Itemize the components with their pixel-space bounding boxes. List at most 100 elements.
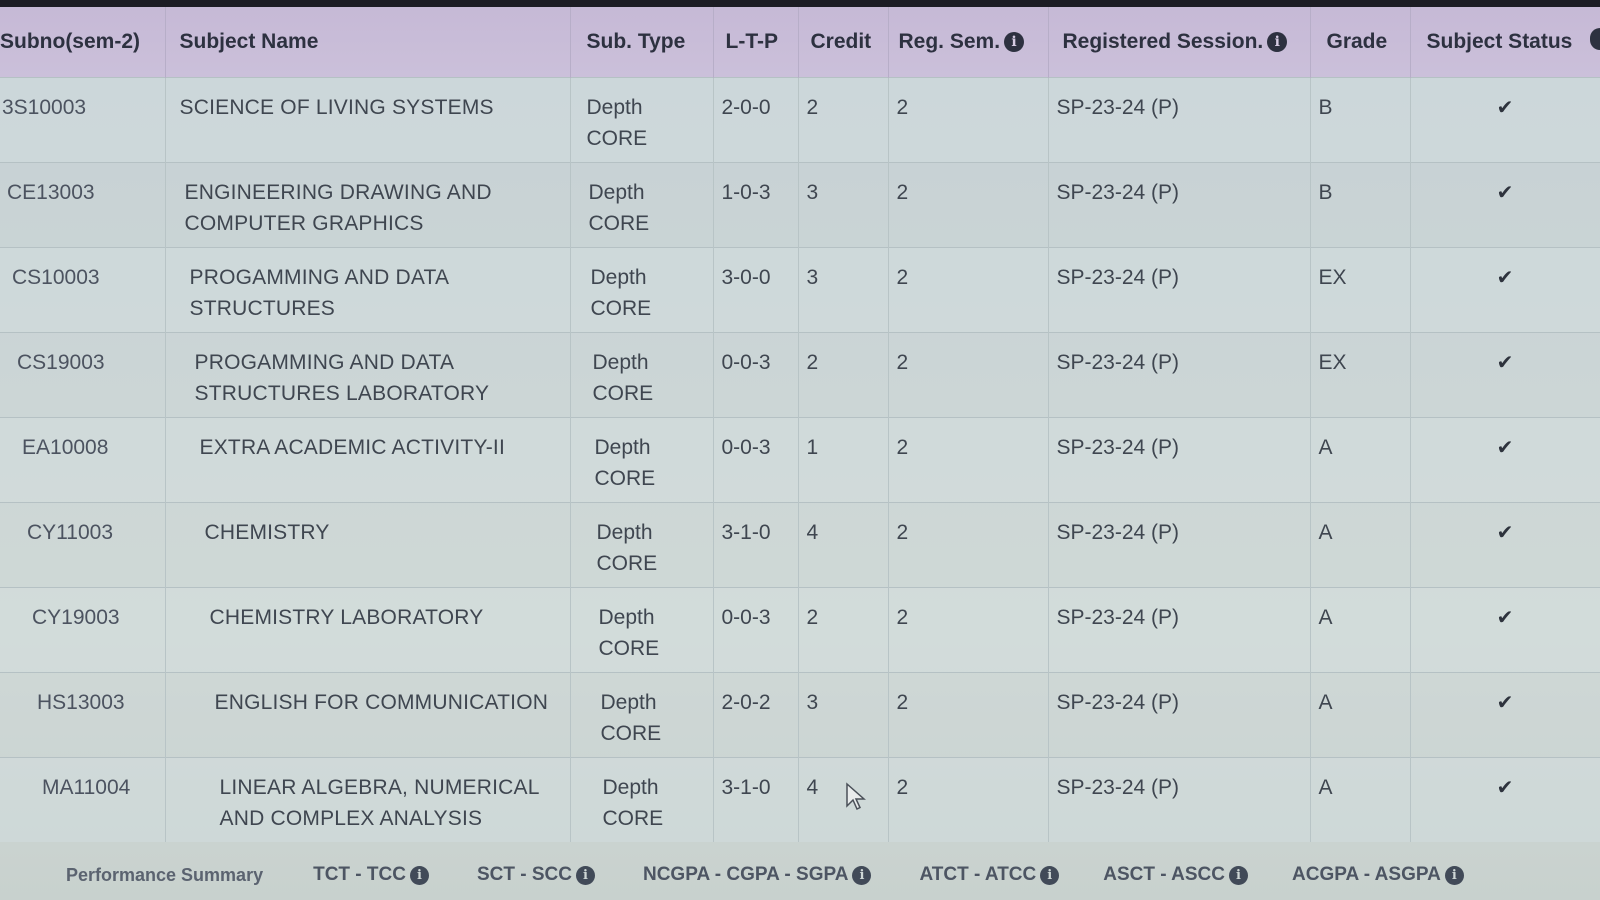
subject-reg-sem: 2	[888, 247, 1049, 332]
subject-reg-sem: 2	[888, 672, 1049, 757]
subject-type: Depth CORE	[570, 77, 714, 162]
subject-code: HS13003	[0, 672, 166, 757]
table-row[interactable]: CE13003 ENGINEERING DRAWING AND COMPUTER …	[0, 162, 1600, 247]
col-subject-status-header[interactable]: Subject Status	[1410, 7, 1600, 77]
subject-reg-sem: 2	[888, 502, 1049, 587]
subject-type: Depth CORE	[570, 417, 714, 502]
subject-name: CHEMISTRY LABORATORY	[165, 587, 571, 672]
subject-code-text: HS13003	[37, 690, 125, 714]
subject-ltp: 3-1-0	[713, 502, 799, 587]
subject-type-line1: Depth	[592, 350, 649, 374]
subject-credit: 3	[798, 672, 889, 757]
atct-atcc-info-icon[interactable]: i	[1040, 865, 1060, 885]
subject-type: Depth CORE	[570, 502, 714, 587]
subject-code-text: CY19003	[32, 605, 120, 629]
table-row[interactable]: CY19003 CHEMISTRY LABORATORY Depth CORE 0-0-…	[0, 587, 1600, 672]
subject-ltp: 3-1-0	[713, 757, 799, 842]
subject-status: ✔	[1410, 587, 1600, 672]
checkmark-icon: ✔	[1496, 181, 1514, 204]
table-row[interactable]: HS13003 ENGLISH FOR COMMUNICATION Depth COR…	[0, 672, 1600, 757]
acgpa-asgpa-info-icon[interactable]: i	[1444, 865, 1464, 885]
subject-name: SCIENCE OF LIVING SYSTEMS	[165, 77, 571, 162]
subject-session: SP-23-24 (P)	[1048, 587, 1311, 672]
subject-name: EXTRA ACADEMIC ACTIVITY-II	[165, 417, 571, 502]
reg-sem-info-icon[interactable]: i	[1004, 31, 1025, 52]
col-sub-type-header[interactable]: Sub. Type	[570, 7, 714, 77]
tct-tcc-summary[interactable]: TCT - TCC i	[313, 864, 429, 886]
table-row[interactable]: MA11004 LINEAR ALGEBRA, NUMERICAL AND COM…	[0, 757, 1600, 842]
subject-session-text: SP-23-24 (P)	[1056, 180, 1180, 204]
subject-type: Depth CORE	[570, 757, 714, 842]
col-registered-session-header[interactable]: Registered Session. i	[1048, 7, 1311, 77]
subject-grade-text: A	[1318, 605, 1333, 629]
atct-atcc-summary[interactable]: ATCT - ATCC i	[919, 864, 1060, 886]
table-row[interactable]: CS19003 PROGAMMING AND DATA STRUCTURES LA…	[0, 332, 1600, 417]
checkmark-icon: ✔	[1496, 691, 1514, 714]
subject-reg-sem-text: 2	[896, 265, 909, 289]
subject-name-text: PROGAMMING AND DATA STRUCTURES	[189, 265, 449, 320]
top-bar	[0, 0, 1600, 7]
subject-type-line2: CORE	[588, 211, 650, 235]
subject-reg-sem: 2	[888, 587, 1049, 672]
subject-code-text: CY11003	[27, 520, 114, 544]
subject-type-line2: CORE	[600, 721, 662, 745]
table-row[interactable]: CS10003 PROGAMMING AND DATA STRUCTURES Dep…	[0, 247, 1600, 332]
subject-type: Depth CORE	[570, 672, 714, 757]
col-reg-sem-header[interactable]: Reg. Sem. i	[888, 7, 1049, 77]
col-subno-header[interactable]: Subno(sem-2)	[0, 7, 166, 77]
subject-session-text: SP-23-24 (P)	[1056, 265, 1180, 289]
subject-reg-sem: 2	[888, 77, 1049, 162]
subject-grade-text: A	[1318, 435, 1333, 459]
col-grade-header[interactable]: Grade	[1310, 7, 1411, 77]
subject-grade-text: A	[1318, 690, 1333, 714]
subject-status: ✔	[1410, 332, 1600, 417]
col-credit-header[interactable]: Credit	[798, 7, 889, 77]
subject-reg-sem-text: 2	[896, 435, 909, 459]
subject-session: SP-23-24 (P)	[1048, 757, 1311, 842]
subject-status: ✔	[1410, 162, 1600, 247]
subject-session: SP-23-24 (P)	[1048, 672, 1311, 757]
subject-type-line2: CORE	[590, 296, 652, 320]
subject-session-text: SP-23-24 (P)	[1056, 350, 1180, 374]
checkmark-icon: ✔	[1496, 521, 1514, 544]
subject-name-text: CHEMISTRY LABORATORY	[209, 605, 484, 629]
subject-credit: 4	[798, 502, 889, 587]
col-ltp-header[interactable]: L-T-P	[713, 7, 799, 77]
sct-scc-summary[interactable]: SCT - SCC i	[477, 864, 595, 886]
subject-name-text: LINEAR ALGEBRA, NUMERICAL AND COMPLEX AN…	[219, 775, 539, 830]
col-subject-name-header[interactable]: Subject Name	[165, 7, 571, 77]
subject-grade-text: EX	[1318, 350, 1347, 374]
subject-reg-sem-text: 2	[896, 520, 909, 544]
table-row[interactable]: CY11003 CHEMISTRY Depth CORE 3-1-0 4 2 SP-23-24…	[0, 502, 1600, 587]
subject-name: CHEMISTRY	[165, 502, 571, 587]
subject-status: ✔	[1410, 77, 1600, 162]
asct-ascc-info-icon[interactable]: i	[1229, 865, 1248, 885]
subject-credit-text: 4	[806, 520, 819, 544]
subject-session: SP-23-24 (P)	[1048, 247, 1311, 332]
subject-name: PROGAMMING AND DATA STRUCTURES LABORATOR…	[165, 332, 571, 417]
subject-code: CE13003	[0, 162, 166, 247]
subject-type: Depth CORE	[570, 332, 714, 417]
tct-tcc-info-icon[interactable]: i	[409, 865, 429, 885]
checkmark-icon: ✔	[1496, 351, 1514, 374]
asct-ascc-summary[interactable]: ASCT - ASCC i	[1103, 864, 1248, 886]
subject-session-text: SP-23-24 (P)	[1056, 95, 1180, 119]
subject-name-text: EXTRA ACADEMIC ACTIVITY-II	[199, 435, 505, 459]
table-row[interactable]: EA10008 EXTRA ACADEMIC ACTIVITY-II Depth CO…	[0, 417, 1600, 502]
subject-credit: 3	[798, 247, 889, 332]
sct-scc-info-icon[interactable]: i	[575, 865, 595, 885]
subject-credit: 3	[798, 162, 889, 247]
subject-type-line1: Depth	[588, 180, 645, 204]
subject-grade: EX	[1310, 247, 1411, 332]
subject-ltp-text: 2-0-0	[721, 95, 771, 119]
subject-type-line2: CORE	[596, 551, 658, 575]
subject-session-text: SP-23-24 (P)	[1056, 605, 1180, 629]
registered-session-info-icon[interactable]: i	[1267, 31, 1288, 52]
subject-session-text: SP-23-24 (P)	[1056, 520, 1180, 544]
performance-summary-label[interactable]: Performance Summary	[66, 865, 263, 886]
acgpa-asgpa-summary[interactable]: ACGPA - ASGPA i	[1292, 864, 1464, 886]
table-row[interactable]: 3S10003 SCIENCE OF LIVING SYSTEMS Depth COR…	[0, 77, 1600, 162]
ncgpa-info-icon[interactable]: i	[852, 865, 872, 885]
subject-ltp: 3-0-0	[713, 247, 799, 332]
ncgpa-summary[interactable]: NCGPA - CGPA - SGPA i	[643, 864, 872, 886]
